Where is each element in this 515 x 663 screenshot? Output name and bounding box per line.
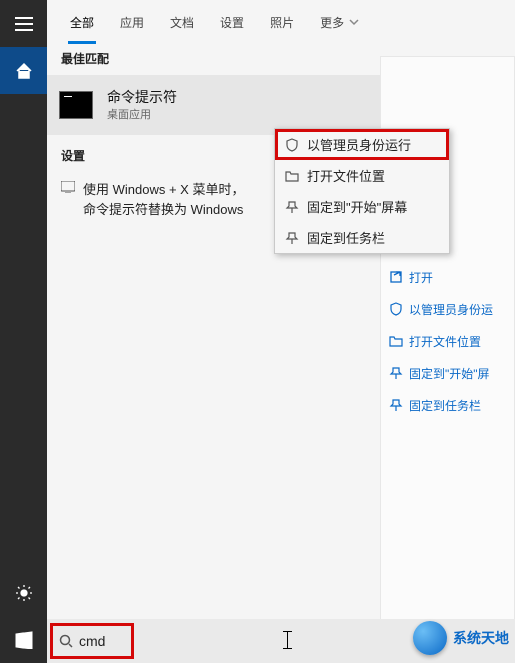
pin-start-icon [285, 200, 299, 214]
brand-logo-icon [413, 621, 447, 655]
open-icon [389, 270, 403, 284]
gear-icon [15, 584, 33, 602]
ctx-pin-start-label: 固定到"开始"屏幕 [307, 197, 407, 216]
detail-open-label: 打开 [409, 269, 433, 286]
detail-pin-taskbar[interactable]: 固定到任务栏 [389, 389, 506, 421]
menu-button[interactable] [0, 0, 47, 47]
home-button[interactable] [0, 47, 47, 94]
search-input[interactable] [79, 633, 125, 649]
detail-run-admin[interactable]: 以管理员身份运 [389, 293, 506, 325]
settings-line1: 使用 Windows + X 菜单时， [83, 180, 244, 200]
ctx-run-admin[interactable]: 以管理员身份运行 [275, 129, 449, 160]
context-menu: 以管理员身份运行 打开文件位置 固定到"开始"屏幕 固定到任务栏 [274, 128, 450, 254]
folder-icon [389, 334, 403, 348]
settings-item-icon [61, 180, 83, 219]
tab-apps[interactable]: 应用 [120, 0, 144, 44]
ctx-pin-taskbar-label: 固定到任务栏 [307, 228, 385, 247]
tab-bar: 全部 应用 文档 设置 照片 更多 [47, 0, 515, 44]
tab-photos[interactable]: 照片 [270, 0, 294, 44]
ctx-open-location[interactable]: 打开文件位置 [275, 160, 449, 191]
folder-icon [285, 169, 299, 183]
tab-more-label: 更多 [320, 14, 344, 31]
detail-run-admin-label: 以管理员身份运 [409, 301, 493, 318]
settings-result-text: 使用 Windows + X 菜单时， 命令提示符替换为 Windows [83, 180, 244, 219]
settings-button[interactable] [0, 569, 47, 616]
detail-open-location[interactable]: 打开文件位置 [389, 325, 506, 357]
ctx-pin-start[interactable]: 固定到"开始"屏幕 [275, 191, 449, 222]
detail-pin-taskbar-label: 固定到任务栏 [409, 397, 481, 414]
home-icon [15, 62, 33, 80]
detail-pin-start-label: 固定到"开始"屏 [409, 365, 490, 382]
pin-taskbar-icon [285, 231, 299, 245]
ctx-open-location-label: 打开文件位置 [307, 166, 385, 185]
pin-start-icon [389, 366, 403, 380]
start-button[interactable] [0, 616, 47, 663]
hamburger-icon [15, 17, 33, 31]
windows-icon [15, 631, 33, 649]
detail-pin-start[interactable]: 固定到"开始"屏 [389, 357, 506, 389]
text-caret [287, 631, 288, 649]
chevron-down-icon [348, 16, 360, 28]
detail-open[interactable]: 打开 [389, 261, 506, 293]
brand-logo-text: 系统天地 [453, 628, 509, 648]
search-icon [59, 634, 75, 648]
settings-line2: 命令提示符替换为 Windows [83, 200, 244, 220]
admin-icon [389, 302, 403, 316]
cmd-icon [59, 91, 93, 119]
admin-icon [285, 138, 299, 152]
ctx-pin-taskbar[interactable]: 固定到任务栏 [275, 222, 449, 253]
tab-all[interactable]: 全部 [70, 0, 94, 44]
tab-docs[interactable]: 文档 [170, 0, 194, 44]
tab-more[interactable]: 更多 [320, 0, 360, 44]
pin-taskbar-icon [389, 398, 403, 412]
sidebar [0, 0, 47, 663]
ctx-run-admin-label: 以管理员身份运行 [307, 135, 411, 154]
detail-open-location-label: 打开文件位置 [409, 333, 481, 350]
tab-settings[interactable]: 设置 [220, 0, 244, 44]
search-box[interactable] [53, 626, 131, 656]
brand-logo: 系统天地 [413, 621, 509, 655]
